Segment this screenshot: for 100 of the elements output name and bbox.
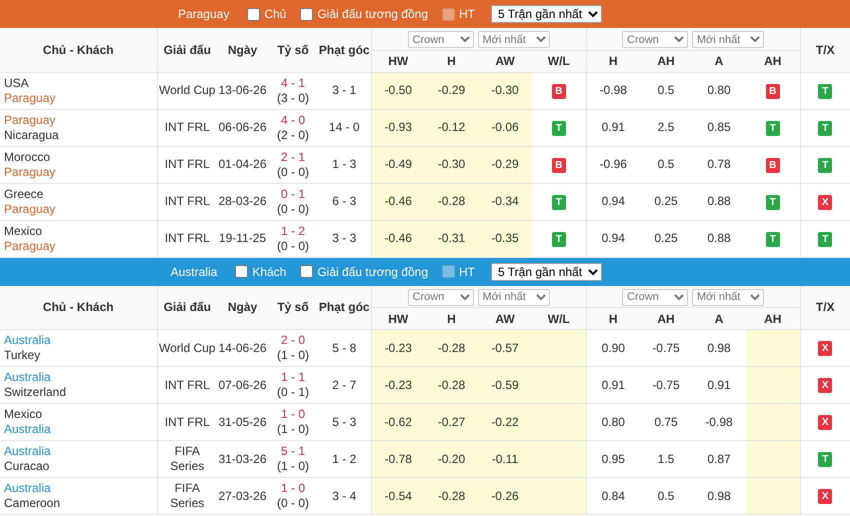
checkbox-label: Giải đấu tương đồng [317, 264, 428, 280]
team-name[interactable]: Mexico [4, 407, 156, 422]
odds-cell: -0.34 [478, 183, 532, 220]
odds-cell: 0.80 [586, 404, 640, 440]
odds-cell: -0.27 [425, 404, 478, 440]
date-cell: 01-04-26 [217, 146, 268, 183]
odds-cell: -0.98 [586, 72, 640, 109]
checkbox-label: HT [459, 264, 475, 280]
league-cell: INT FRL [157, 404, 217, 440]
odds-cell: -0.50 [371, 72, 425, 109]
result-badge: X [818, 489, 832, 504]
corners-cell: 3 - 4 [318, 478, 371, 514]
checkbox[interactable] [235, 265, 248, 278]
halftime-score: (3 - 0) [276, 90, 310, 106]
column-header: A [692, 50, 746, 72]
checkbox[interactable] [300, 265, 314, 278]
corners-cell: 5 - 8 [318, 330, 371, 366]
checkbox[interactable] [300, 8, 314, 20]
column-header: AH [746, 50, 800, 72]
result-badge: T [818, 84, 832, 98]
team-name[interactable]: Mexico [4, 224, 156, 238]
team-name[interactable]: Turkey [4, 348, 156, 363]
odds-provider-select[interactable]: Crown [408, 288, 474, 306]
odds-cell: -0.46 [371, 220, 425, 257]
odds-provider-select[interactable]: Crown [408, 31, 474, 48]
result-badge: X [818, 194, 832, 210]
league-cell: INT FRL [157, 109, 217, 146]
team-name[interactable]: Curacao [4, 459, 156, 474]
odds-type-select[interactable]: Mới nhất [692, 31, 764, 48]
team-name[interactable]: Paraguay [4, 112, 156, 128]
match-count-select[interactable]: 5 Trận gần nhất [491, 262, 602, 280]
column-header: Tỷ số [268, 28, 318, 72]
column-header: Ngày [217, 28, 268, 72]
column-header: AH [640, 308, 692, 330]
date-cell: 06-06-26 [217, 109, 268, 146]
score-text: 1 - 0 [280, 407, 306, 422]
odds-type-select[interactable]: Mới nhất [692, 288, 764, 306]
odds-cell: 0.78 [692, 146, 746, 183]
date-cell: 19-11-25 [217, 220, 268, 257]
odds-cell: -0.96 [586, 146, 640, 183]
team-name[interactable]: Paraguay [4, 202, 156, 216]
odds-cell: -0.31 [425, 220, 478, 257]
odds-provider-select[interactable]: Crown [622, 288, 688, 306]
checkbox[interactable] [247, 8, 260, 20]
column-header: H [425, 308, 478, 330]
corners-cell: 5 - 3 [318, 404, 371, 440]
odds-cell: -0.06 [478, 109, 532, 146]
odds-cell: 0.80 [692, 72, 746, 109]
team-name[interactable]: Nicaragua [4, 128, 156, 142]
team-name[interactable]: Australia [4, 422, 156, 437]
odds-type-select[interactable]: Mới nhất [478, 31, 550, 48]
odds-type-select[interactable]: Mới nhất [478, 288, 550, 306]
league-cell: INT FRL [157, 146, 217, 183]
team-name[interactable]: Greece [4, 186, 156, 202]
team-name[interactable]: Australia [4, 333, 156, 348]
team-name[interactable]: Morocco [4, 150, 156, 164]
checkbox-label: Giải đấu tương đồng [317, 6, 428, 23]
column-header: AH [640, 50, 692, 72]
odds-cell: -0.23 [371, 330, 425, 366]
odds-cell: 0.25 [640, 220, 692, 257]
odds-cell: -0.59 [478, 366, 532, 404]
match-count-select[interactable]: 5 Trận gần nhất [491, 5, 602, 23]
score-text: 1 - 1 [280, 370, 306, 385]
team-name[interactable]: Paraguay [4, 238, 156, 254]
result-badge: B [766, 158, 780, 172]
odds-cell: 0.88 [692, 220, 746, 257]
date-cell: 31-03-26 [217, 440, 268, 478]
result-badge: T [818, 452, 832, 467]
team-name[interactable]: USA [4, 76, 156, 90]
odds-cell: -0.20 [425, 440, 478, 478]
score-text: 1 - 0 [280, 481, 306, 496]
league-cell: World Cup [157, 72, 217, 109]
result-badge: T [552, 232, 566, 246]
league-cell: World Cup [157, 330, 217, 366]
odds-cell: 0.90 [586, 330, 640, 366]
odds-cell: 0.5 [640, 478, 692, 514]
halftime-score: (2 - 0) [276, 128, 310, 142]
score-text: 1 - 2 [280, 224, 306, 238]
score-text: 5 - 1 [280, 444, 306, 459]
odds-cell: -0.28 [425, 183, 478, 220]
odds-cell: -0.11 [478, 440, 532, 478]
result-badge: B [766, 84, 780, 98]
odds-cell: -0.12 [425, 109, 478, 146]
checkbox-label: HT [459, 6, 475, 23]
team-name[interactable]: Paraguay [4, 164, 156, 180]
date-cell: 07-06-26 [217, 366, 268, 404]
date-cell: 27-03-26 [217, 478, 268, 514]
team-name[interactable]: Australia [4, 481, 156, 496]
result-badge: T [766, 194, 780, 210]
team-name[interactable]: Cameroon [4, 496, 156, 511]
column-header: A [692, 308, 746, 330]
team-name[interactable]: Australia [4, 370, 156, 385]
team-name[interactable]: Switzerland [4, 385, 156, 400]
league-cell: FIFA Series [157, 478, 217, 514]
team-name[interactable]: Australia [4, 444, 156, 459]
team-name[interactable]: Paraguay [4, 90, 156, 106]
halftime-score: (1 - 0) [276, 459, 310, 474]
odds-cell: 0.91 [586, 109, 640, 146]
odds-provider-select[interactable]: Crown [622, 31, 688, 48]
odds-cell: -0.28 [425, 478, 478, 514]
